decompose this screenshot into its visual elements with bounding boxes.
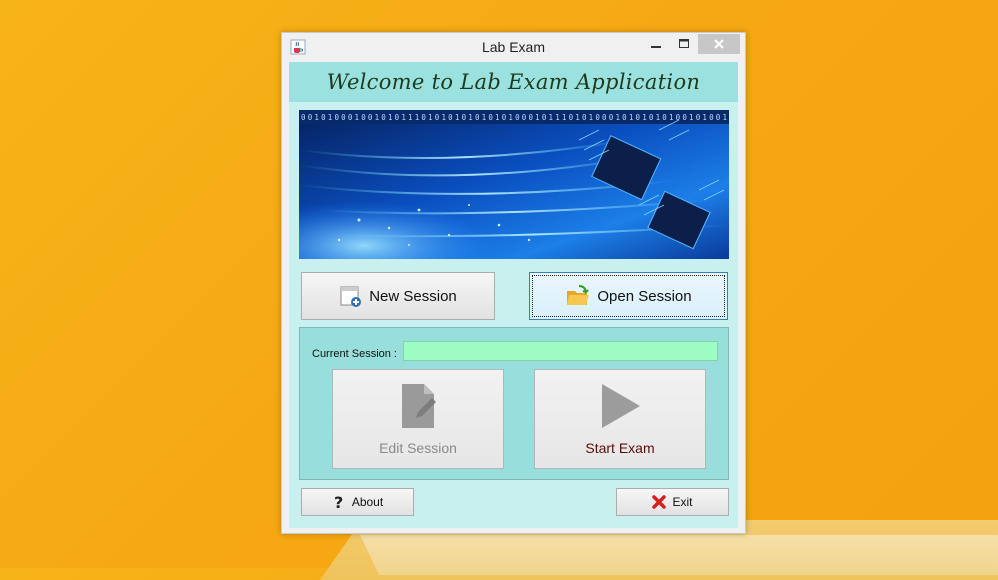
title-bar[interactable]: Lab Exam	[282, 33, 745, 61]
client-area: Welcome to Lab Exam Application 00101000…	[289, 62, 738, 528]
maximize-icon	[679, 39, 689, 48]
open-session-button[interactable]: Open Session	[529, 272, 728, 320]
banner-text: Welcome to Lab Exam Application	[326, 70, 701, 94]
red-x-icon	[652, 495, 667, 509]
circuit-board-image: 0010100010010101110101010101010100010111…	[299, 110, 729, 259]
current-session-label: Current Session :	[312, 348, 397, 360]
open-folder-icon	[567, 285, 590, 305]
edit-session-label: Edit Session	[379, 440, 457, 456]
about-button[interactable]: ? About	[301, 488, 414, 516]
edit-session-button[interactable]: Edit Session	[332, 369, 504, 469]
minimize-icon	[651, 46, 661, 48]
about-label: About	[351, 495, 384, 509]
open-session-label: Open Session	[597, 287, 692, 305]
minimize-button[interactable]	[642, 34, 670, 54]
maximize-button[interactable]	[670, 34, 698, 54]
welcome-banner: Welcome to Lab Exam Application	[289, 62, 738, 102]
start-exam-button[interactable]: Start Exam	[534, 369, 706, 469]
new-session-label: New Session	[369, 287, 457, 305]
svg-text:?: ?	[334, 494, 343, 510]
new-document-plus-icon	[340, 286, 362, 307]
play-icon	[602, 384, 640, 428]
session-panel: Current Session : Edit Session Start Exa…	[299, 327, 729, 480]
exit-label: Exit	[672, 495, 693, 509]
desktop-shape-highlight	[360, 535, 998, 575]
exit-button[interactable]: Exit	[616, 488, 729, 516]
start-exam-label: Start Exam	[585, 440, 655, 456]
app-window: Lab Exam Welcome to Lab Exam Application	[281, 32, 746, 534]
close-button[interactable]	[698, 34, 740, 54]
close-icon	[714, 39, 724, 49]
new-session-button[interactable]: New Session	[301, 272, 495, 320]
question-mark-icon: ?	[334, 494, 343, 510]
document-pen-icon	[402, 384, 436, 428]
current-session-field[interactable]	[403, 341, 718, 361]
